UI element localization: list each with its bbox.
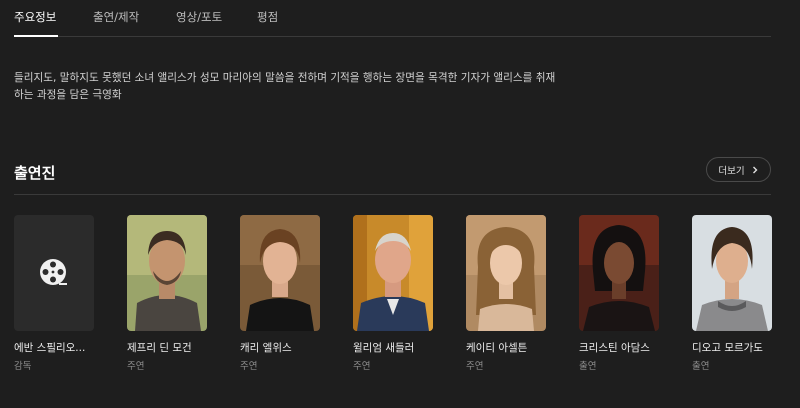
more-button-label: 더보기 — [718, 165, 745, 177]
tab-video-photo[interactable]: 영상/포토 — [176, 9, 222, 25]
cast-photo — [579, 215, 659, 331]
cast-list: 에반 스필리오... 감독 제프리 딘 모건 주연 캐리 엘위스 주연 윌리엄 … — [14, 215, 794, 375]
cast-name: 크리스틴 아담스 — [579, 342, 650, 354]
tab-cast-crew[interactable]: 출연/제작 — [93, 9, 139, 25]
cast-item[interactable]: 에반 스필리오... 감독 — [14, 215, 94, 372]
tab-bar: 주요정보 출연/제작 영상/포토 평점 — [14, 0, 771, 37]
cast-photo — [692, 215, 772, 331]
section-divider — [14, 194, 771, 195]
cast-name: 에반 스필리오... — [14, 342, 86, 354]
cast-item[interactable]: 크리스틴 아담스 출연 — [579, 215, 659, 372]
synopsis-line-1: 들리지도, 말하지도 못했던 소녀 앨리스가 성모 마리아의 말씀을 전하며 기… — [14, 72, 556, 84]
more-button[interactable]: 더보기 — [706, 157, 771, 182]
chevron-right-icon — [752, 166, 758, 173]
cast-role: 주연 — [127, 361, 145, 372]
cast-name: 디오고 모르가도 — [692, 342, 763, 354]
tab-ratings[interactable]: 평점 — [257, 9, 278, 25]
cast-name: 제프리 딘 모건 — [127, 342, 192, 354]
cast-name: 윌리엄 새들러 — [353, 342, 415, 354]
cast-photo — [240, 215, 320, 331]
cast-role: 감독 — [14, 361, 32, 372]
active-tab-indicator — [14, 35, 58, 37]
cast-photo-placeholder — [14, 215, 94, 331]
cast-name: 케이티 아셀튼 — [466, 342, 528, 354]
cast-name: 캐리 엘위스 — [240, 342, 292, 354]
cast-role: 출연 — [579, 361, 597, 372]
cast-item[interactable]: 디오고 모르가도 출연 — [692, 215, 772, 372]
cast-role: 출연 — [692, 361, 710, 372]
cast-item[interactable]: 캐리 엘위스 주연 — [240, 215, 320, 372]
cast-section-title: 출연진 — [14, 164, 56, 182]
film-reel-icon — [40, 259, 67, 285]
cast-photo — [353, 215, 433, 331]
cast-item[interactable]: 윌리엄 새들러 주연 — [353, 215, 433, 372]
cast-role: 주연 — [466, 361, 484, 372]
cast-item[interactable]: 케이티 아셀튼 주연 — [466, 215, 546, 372]
cast-role: 주연 — [353, 361, 371, 372]
cast-photo — [127, 215, 207, 331]
cast-photo — [466, 215, 546, 331]
synopsis-line-2: 하는 과정을 담은 극영화 — [14, 89, 122, 101]
synopsis: 들리지도, 말하지도 못했던 소녀 앨리스가 성모 마리아의 말씀을 전하며 기… — [14, 70, 594, 104]
cast-role: 주연 — [240, 361, 258, 372]
cast-item[interactable]: 제프리 딘 모건 주연 — [127, 215, 207, 372]
tab-main-info[interactable]: 주요정보 — [14, 9, 56, 25]
